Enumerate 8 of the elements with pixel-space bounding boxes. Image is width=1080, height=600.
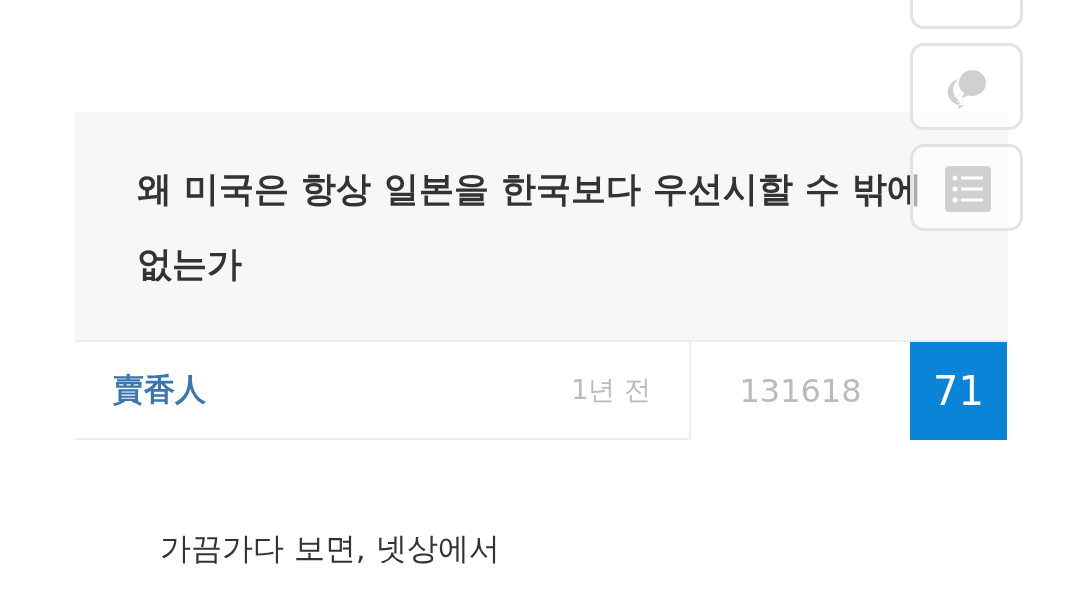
- author-name[interactable]: 賣香人: [113, 369, 206, 411]
- list-icon: [942, 163, 991, 212]
- post-time: 1년 전: [571, 373, 651, 407]
- body-text: 가끔가다 보면, 넷상에서: [160, 529, 500, 568]
- comments-button[interactable]: [910, 43, 1023, 130]
- post-title: 왜 미국은 항상 일본을 한국보다 우선시할 수 밖에 없는가: [137, 168, 924, 286]
- view-count: 131618: [738, 371, 863, 412]
- comment-count-badge: 71: [910, 342, 1007, 440]
